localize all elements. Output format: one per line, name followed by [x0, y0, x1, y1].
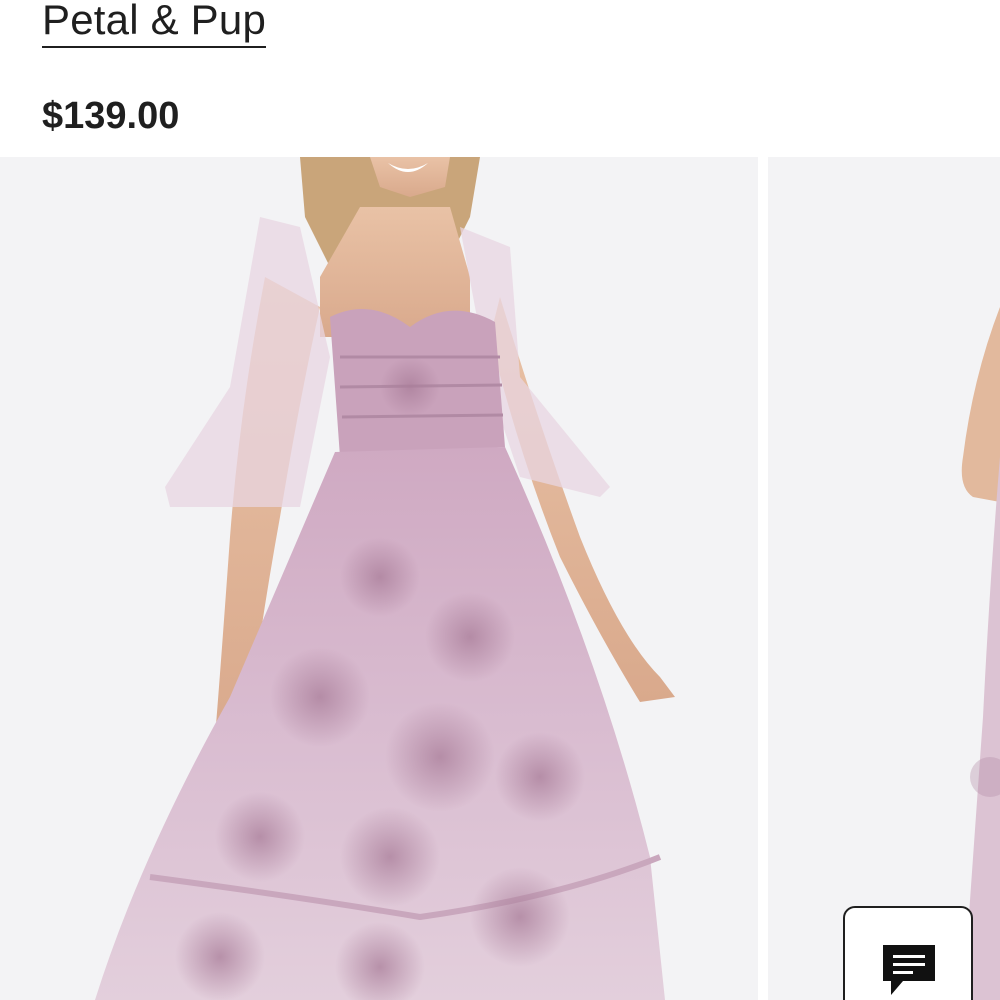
dress-model-image [0, 157, 758, 1000]
product-page: Petal & Pup $139.00 [0, 0, 1000, 1000]
brand-link[interactable]: Petal & Pup [42, 0, 267, 48]
product-photo-main[interactable] [0, 157, 758, 1000]
product-price: $139.00 [42, 95, 180, 137]
chat-bubble-icon [883, 945, 935, 995]
chat-button[interactable] [843, 906, 973, 1000]
product-image-gallery[interactable] [0, 157, 1000, 1000]
dress-model-image-2 [768, 157, 1000, 1000]
product-photo-next[interactable] [768, 157, 1000, 1000]
